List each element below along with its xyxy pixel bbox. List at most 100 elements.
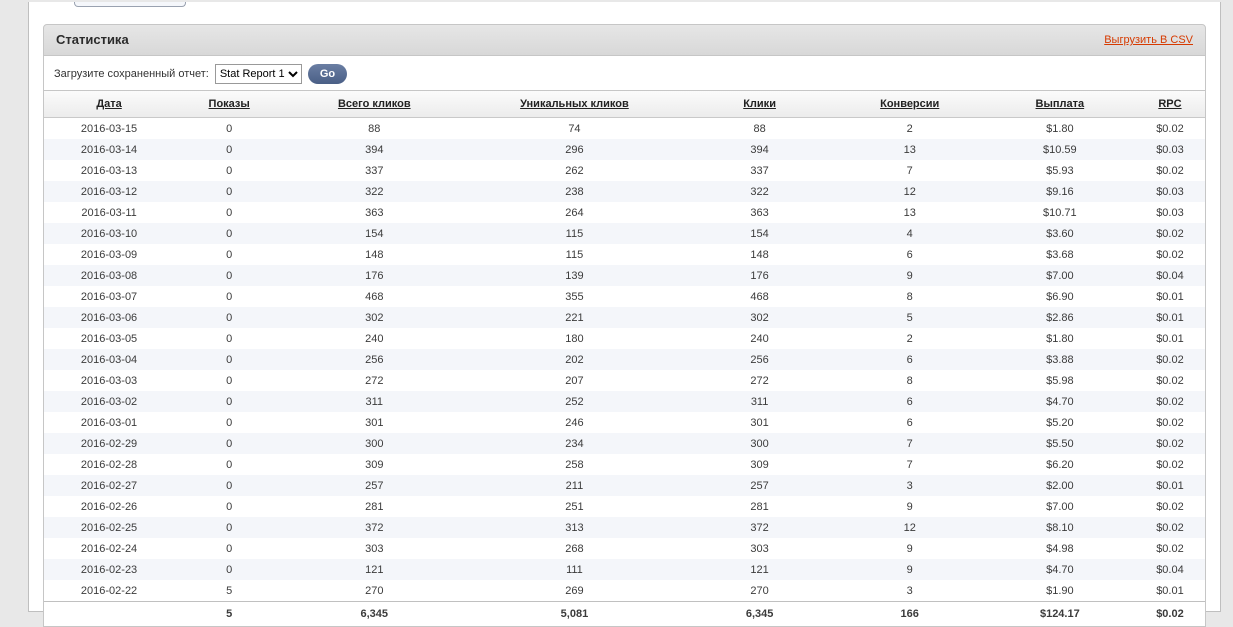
- table-row: 2016-02-2903002343007$5.50$0.02: [44, 433, 1205, 454]
- cell-total-clicks: 240: [284, 328, 464, 349]
- cell-payout: $4.70: [985, 559, 1135, 580]
- cell-shows: 0: [174, 433, 284, 454]
- cell-conversions: 13: [835, 139, 985, 160]
- footer-unique-clicks: 5,081: [464, 602, 684, 627]
- cell-payout: $6.90: [985, 286, 1135, 307]
- table-row: 2016-02-25037231337212$8.10$0.02: [44, 517, 1205, 538]
- cell-date: 2016-03-06: [44, 307, 174, 328]
- cell-payout: $2.00: [985, 475, 1135, 496]
- cell-clicks: 240: [685, 328, 835, 349]
- col-header-conversions[interactable]: Конверсии: [835, 91, 985, 118]
- table-row: 2016-03-0203112523116$4.70$0.02: [44, 391, 1205, 412]
- col-header-total-clicks[interactable]: Всего кликов: [284, 91, 464, 118]
- cell-date: 2016-03-07: [44, 286, 174, 307]
- cell-shows: 0: [174, 202, 284, 223]
- export-csv-link[interactable]: Выгрузить В CSV: [1104, 25, 1193, 55]
- cell-clicks: 468: [685, 286, 835, 307]
- cell-clicks: 301: [685, 412, 835, 433]
- cell-conversions: 12: [835, 181, 985, 202]
- cell-unique-clicks: 74: [464, 118, 684, 140]
- cell-shows: 0: [174, 517, 284, 538]
- cell-clicks: 394: [685, 139, 835, 160]
- cell-rpc: $0.01: [1135, 328, 1205, 349]
- cell-clicks: 363: [685, 202, 835, 223]
- cell-rpc: $0.02: [1135, 517, 1205, 538]
- cell-payout: $6.20: [985, 454, 1135, 475]
- cell-unique-clicks: 115: [464, 244, 684, 265]
- cell-clicks: 372: [685, 517, 835, 538]
- cell-total-clicks: 303: [284, 538, 464, 559]
- col-header-clicks[interactable]: Клики: [685, 91, 835, 118]
- table-row: 2016-03-0603022213025$2.86$0.01: [44, 307, 1205, 328]
- cell-shows: 0: [174, 559, 284, 580]
- cell-rpc: $0.03: [1135, 139, 1205, 160]
- cell-conversions: 7: [835, 160, 985, 181]
- cell-conversions: 6: [835, 244, 985, 265]
- cell-rpc: $0.03: [1135, 202, 1205, 223]
- cell-shows: 0: [174, 286, 284, 307]
- cell-total-clicks: 468: [284, 286, 464, 307]
- cell-payout: $1.90: [985, 580, 1135, 602]
- table-row: 2016-03-1508874882$1.80$0.02: [44, 118, 1205, 140]
- cell-total-clicks: 270: [284, 580, 464, 602]
- cell-clicks: 300: [685, 433, 835, 454]
- cell-date: 2016-03-14: [44, 139, 174, 160]
- cell-date: 2016-03-09: [44, 244, 174, 265]
- table-row: 2016-03-0801761391769$7.00$0.04: [44, 265, 1205, 286]
- go-button[interactable]: Go: [308, 64, 347, 84]
- cell-rpc: $0.02: [1135, 370, 1205, 391]
- col-header-rpc[interactable]: RPC: [1135, 91, 1205, 118]
- table-row: 2016-03-0103012463016$5.20$0.02: [44, 412, 1205, 433]
- cell-payout: $10.71: [985, 202, 1135, 223]
- cell-shows: 0: [174, 160, 284, 181]
- cell-unique-clicks: 180: [464, 328, 684, 349]
- cell-unique-clicks: 115: [464, 223, 684, 244]
- cell-payout: $9.16: [985, 181, 1135, 202]
- cell-date: 2016-02-28: [44, 454, 174, 475]
- cell-rpc: $0.02: [1135, 160, 1205, 181]
- col-header-shows[interactable]: Показы: [174, 91, 284, 118]
- cell-unique-clicks: 268: [464, 538, 684, 559]
- cell-clicks: 257: [685, 475, 835, 496]
- cell-total-clicks: 322: [284, 181, 464, 202]
- cell-total-clicks: 281: [284, 496, 464, 517]
- table-row: 2016-03-0704683554688$6.90$0.01: [44, 286, 1205, 307]
- table-row: 2016-03-12032223832212$9.16$0.03: [44, 181, 1205, 202]
- cell-unique-clicks: 251: [464, 496, 684, 517]
- table-row: 2016-02-2301211111219$4.70$0.04: [44, 559, 1205, 580]
- cell-date: 2016-02-23: [44, 559, 174, 580]
- cell-conversions: 8: [835, 370, 985, 391]
- cell-shows: 0: [174, 454, 284, 475]
- cell-payout: $3.88: [985, 349, 1135, 370]
- cell-conversions: 4: [835, 223, 985, 244]
- col-header-unique-clicks[interactable]: Уникальных кликов: [464, 91, 684, 118]
- cell-conversions: 7: [835, 433, 985, 454]
- cell-conversions: 6: [835, 391, 985, 412]
- table-header-row: Дата Показы Всего кликов Уникальных клик…: [44, 91, 1205, 118]
- cell-unique-clicks: 252: [464, 391, 684, 412]
- cell-total-clicks: 148: [284, 244, 464, 265]
- cell-total-clicks: 176: [284, 265, 464, 286]
- cell-conversions: 5: [835, 307, 985, 328]
- cell-date: 2016-03-13: [44, 160, 174, 181]
- cell-date: 2016-03-01: [44, 412, 174, 433]
- cell-date: 2016-03-15: [44, 118, 174, 140]
- cell-total-clicks: 121: [284, 559, 464, 580]
- cell-unique-clicks: 234: [464, 433, 684, 454]
- col-header-payout[interactable]: Выплата: [985, 91, 1135, 118]
- cell-total-clicks: 300: [284, 433, 464, 454]
- cell-shows: 0: [174, 538, 284, 559]
- cell-payout: $2.86: [985, 307, 1135, 328]
- cell-payout: $3.60: [985, 223, 1135, 244]
- cell-payout: $4.70: [985, 391, 1135, 412]
- saved-report-select[interactable]: Stat Report 1: [215, 64, 302, 84]
- cell-clicks: 302: [685, 307, 835, 328]
- table-row: 2016-03-1001541151544$3.60$0.02: [44, 223, 1205, 244]
- panel-header: Статистика Выгрузить В CSV: [43, 24, 1206, 56]
- cell-total-clicks: 154: [284, 223, 464, 244]
- table-row: 2016-02-2252702692703$1.90$0.01: [44, 580, 1205, 602]
- col-header-date[interactable]: Дата: [44, 91, 174, 118]
- cell-shows: 0: [174, 496, 284, 517]
- cell-unique-clicks: 296: [464, 139, 684, 160]
- cell-total-clicks: 301: [284, 412, 464, 433]
